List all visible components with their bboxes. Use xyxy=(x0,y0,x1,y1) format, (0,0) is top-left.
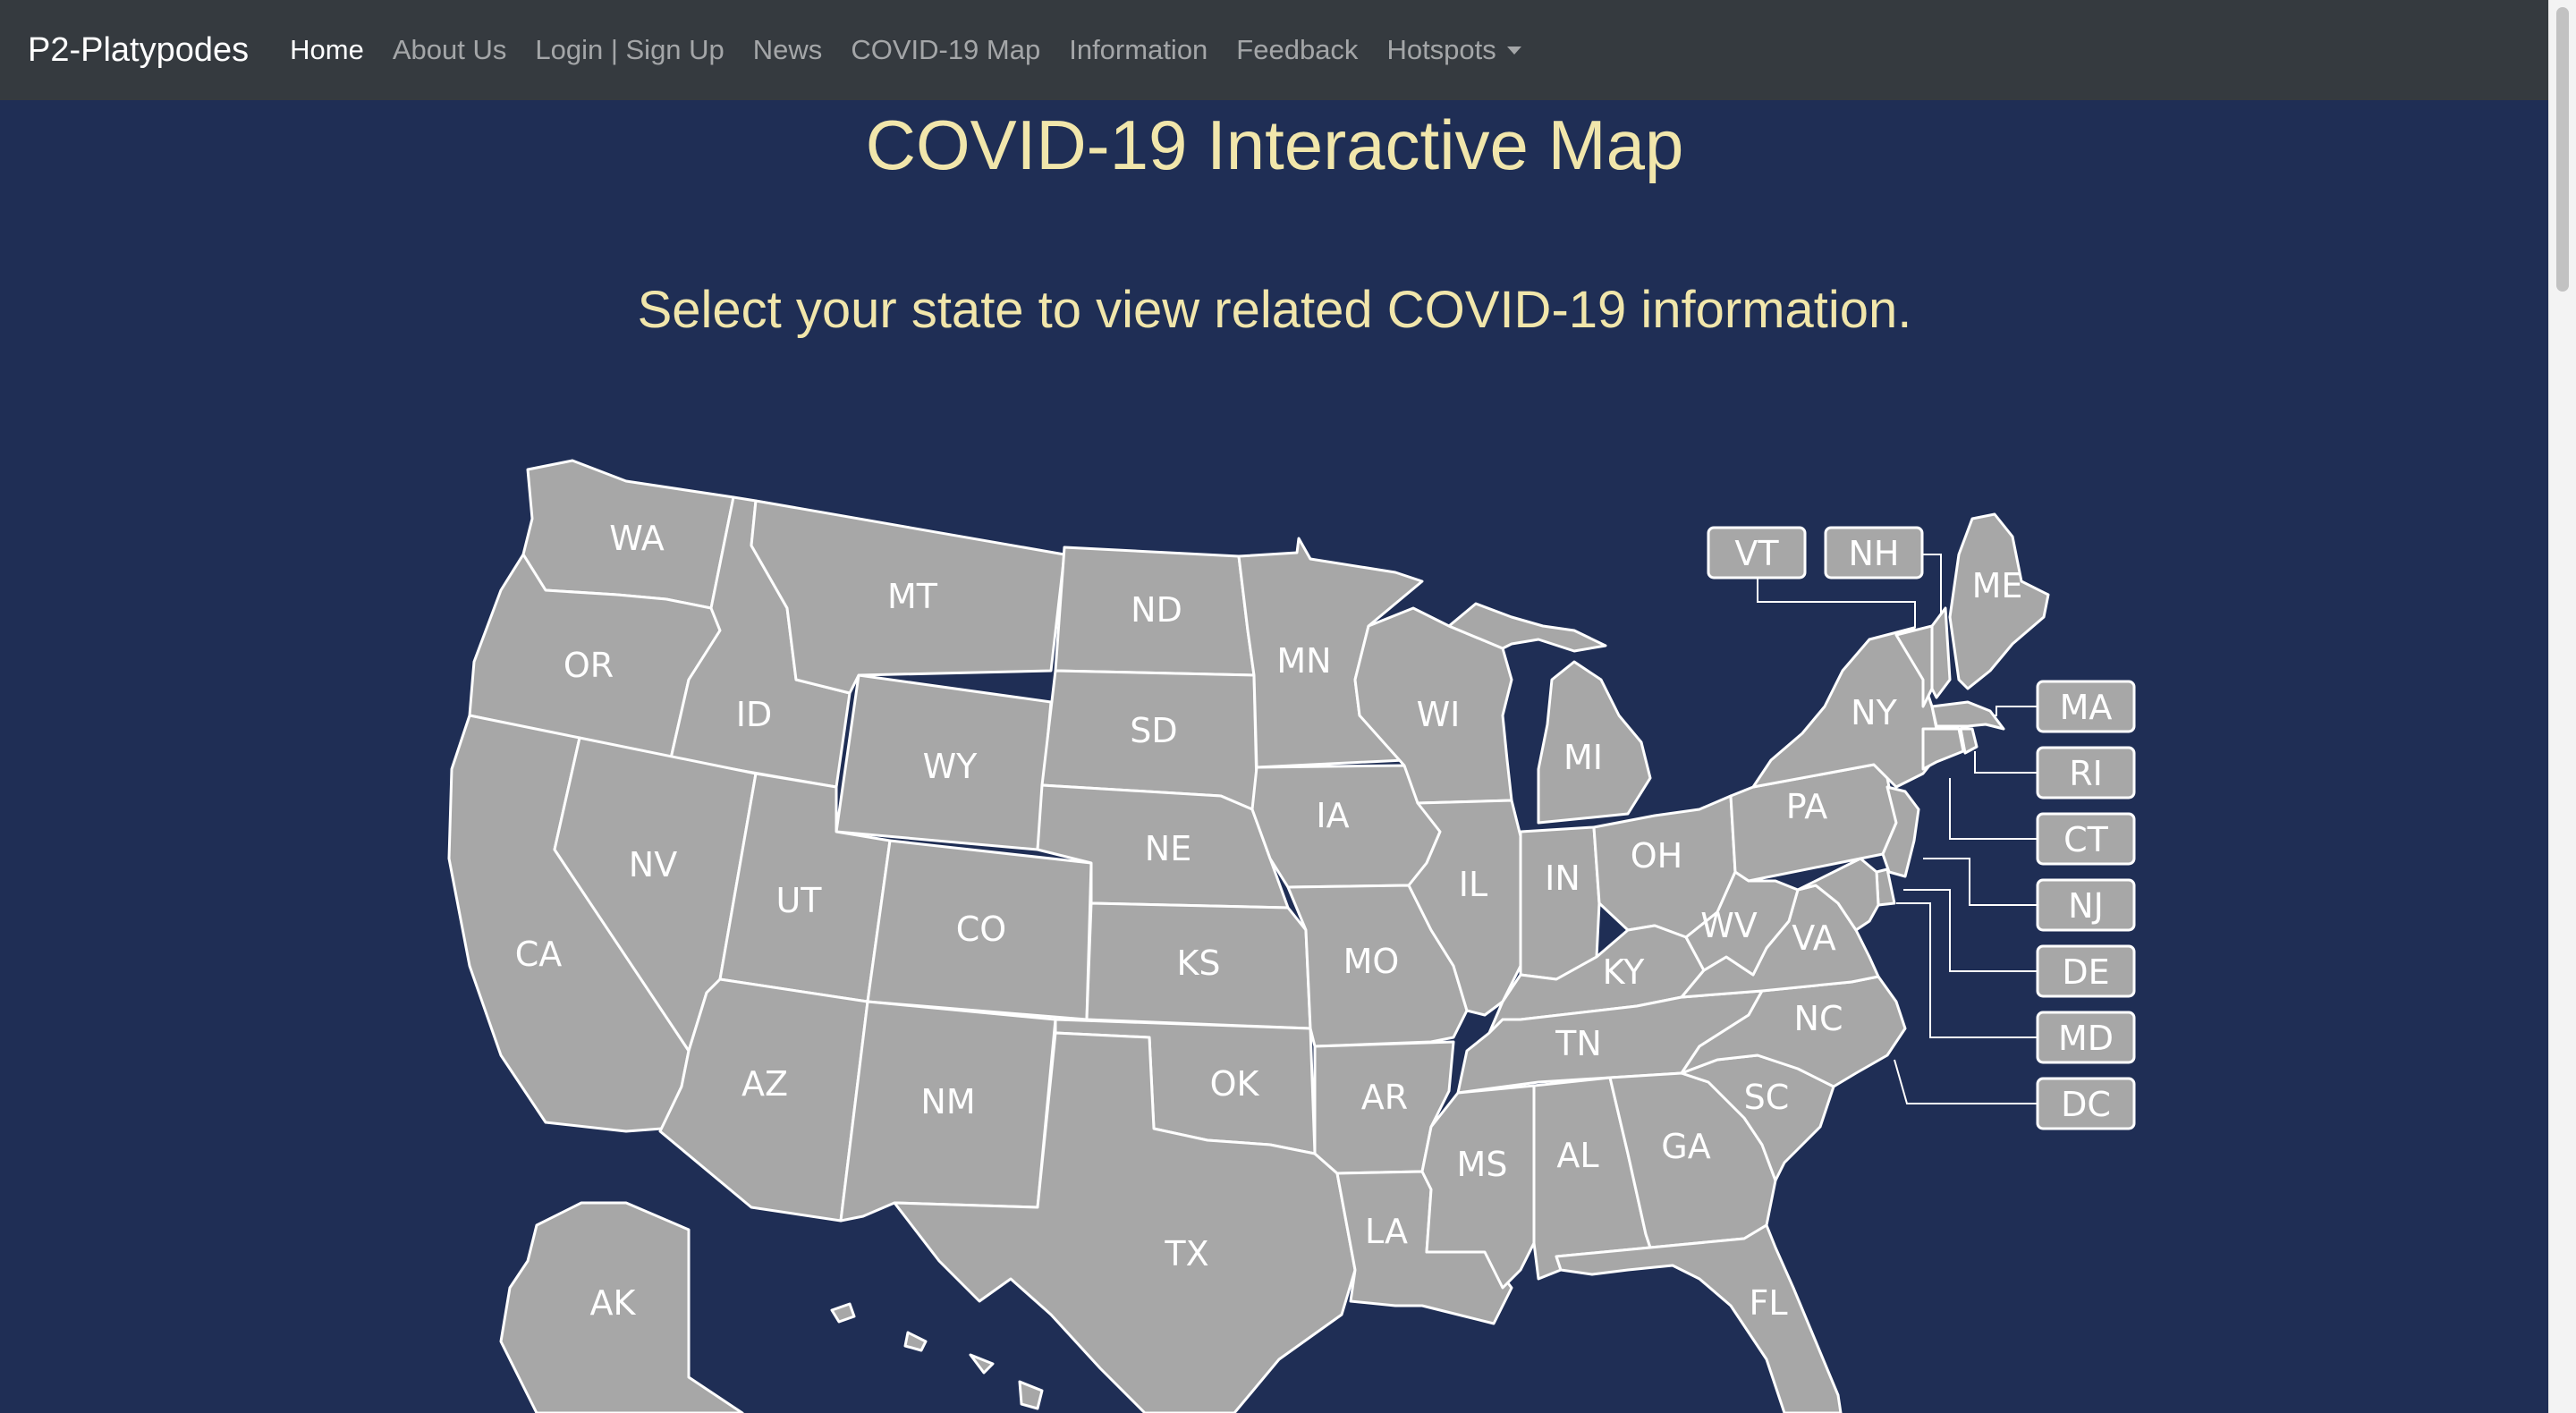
callout-ri[interactable]: RI xyxy=(2036,746,2136,800)
page-scrollbar[interactable] xyxy=(2548,0,2576,1413)
hawaii-island-2[interactable] xyxy=(903,1331,928,1352)
callout-md[interactable]: MD xyxy=(2036,1011,2136,1064)
state-me[interactable] xyxy=(1948,512,2050,690)
callout-de[interactable]: DE xyxy=(2036,944,2136,998)
scrollbar-thumb[interactable] xyxy=(2556,7,2569,292)
state-ks[interactable] xyxy=(1085,901,1312,1030)
state-ma[interactable] xyxy=(1930,700,2005,731)
state-co[interactable] xyxy=(866,839,1093,1021)
callout-ct[interactable]: CT xyxy=(2036,812,2136,866)
hawaii-island-1[interactable] xyxy=(830,1302,856,1324)
callout-ma[interactable]: MA xyxy=(2036,680,2136,733)
state-mt[interactable] xyxy=(750,499,1066,695)
callout-vt[interactable]: VT xyxy=(1707,526,1807,580)
state-nd[interactable] xyxy=(1054,546,1256,677)
leader-ct xyxy=(1949,778,2038,840)
state-wy[interactable] xyxy=(835,673,1053,851)
state-hi[interactable] xyxy=(830,1302,1044,1410)
leader-dc xyxy=(1894,1059,2038,1104)
callout-nj[interactable]: NJ xyxy=(2036,878,2136,932)
leader-ri xyxy=(1974,751,2038,774)
leader-vt xyxy=(1757,577,1916,628)
callout-nh[interactable]: NH xyxy=(1824,526,1924,580)
us-map: WA OR CA ID NV MT WY UT CO AZ NM ND SD N… xyxy=(447,459,2136,1413)
leader-nj xyxy=(1923,858,2038,906)
state-ct[interactable] xyxy=(1921,727,1965,771)
state-nm[interactable] xyxy=(839,1000,1057,1223)
state-wa[interactable] xyxy=(521,459,735,610)
state-mi[interactable] xyxy=(1537,660,1652,825)
state-in[interactable] xyxy=(1519,825,1601,981)
callout-dc[interactable]: DC xyxy=(2036,1077,2136,1130)
state-nh[interactable] xyxy=(1930,606,1952,699)
hawaii-island-4[interactable] xyxy=(1018,1380,1044,1410)
hawaii-island-3[interactable] xyxy=(969,1353,995,1375)
state-fl[interactable] xyxy=(1555,1223,1843,1413)
state-ak[interactable] xyxy=(499,1201,744,1413)
